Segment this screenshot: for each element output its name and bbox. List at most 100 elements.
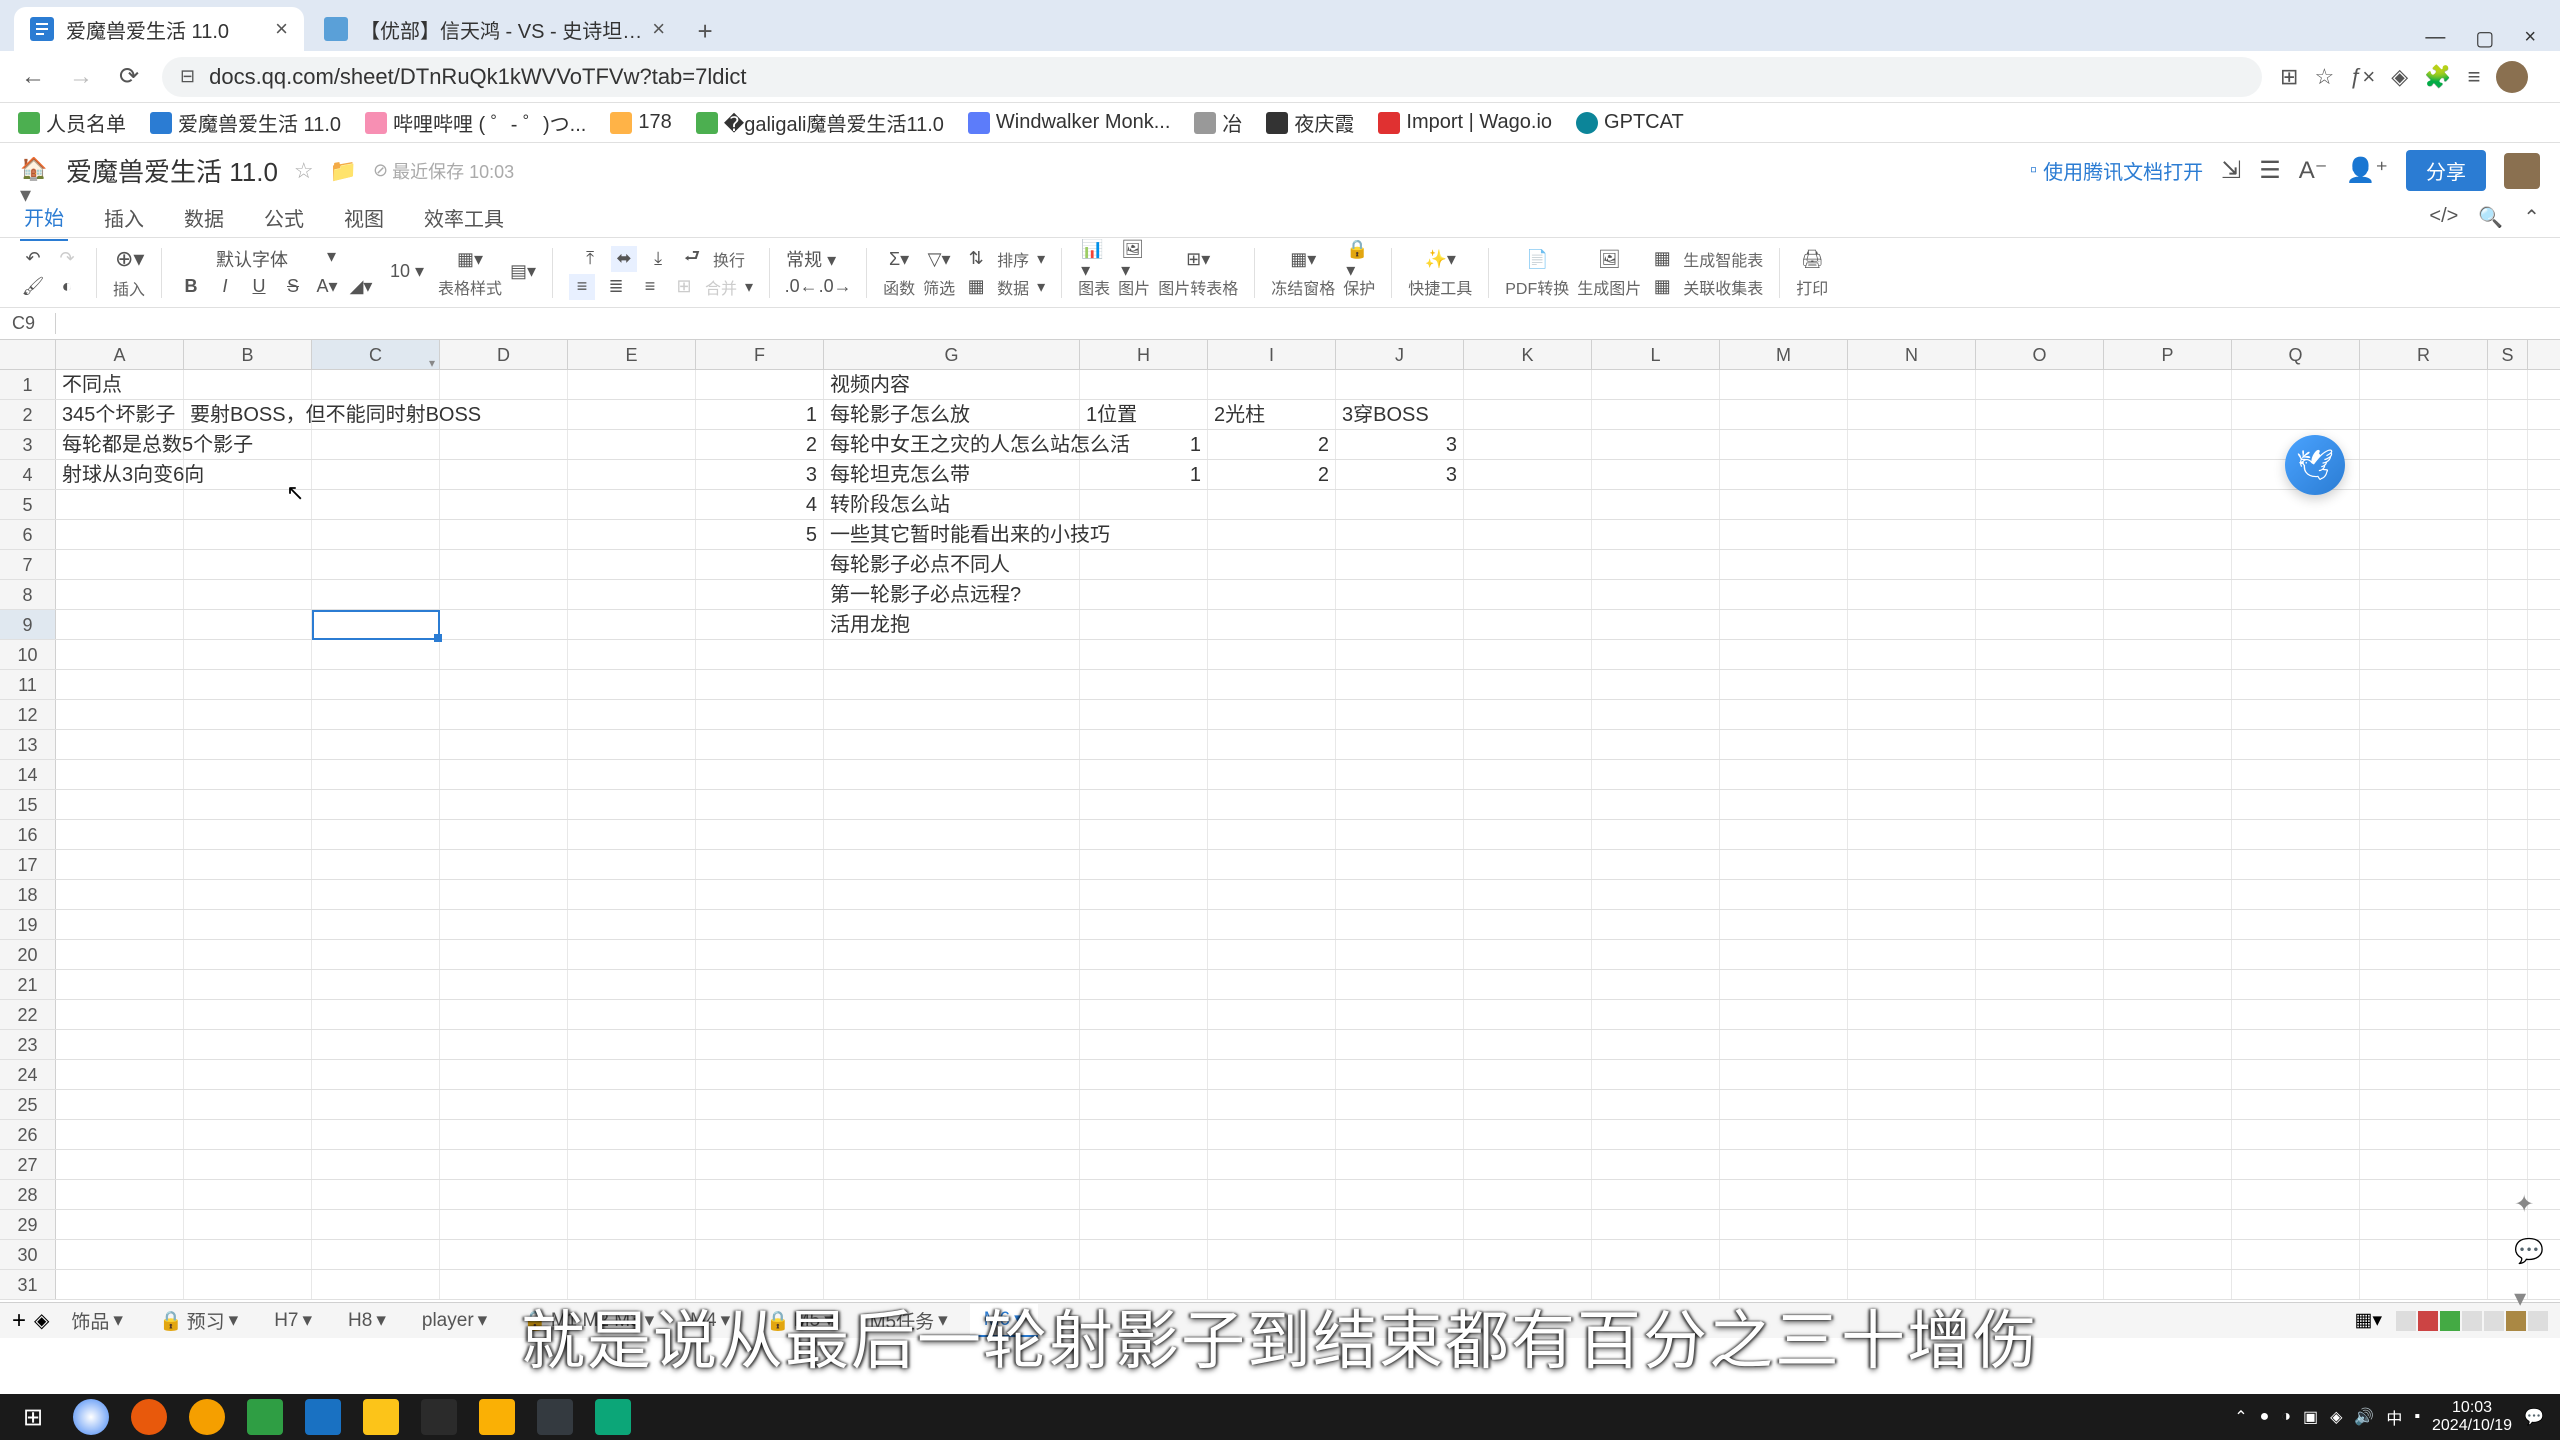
cell[interactable] [1464, 520, 1592, 549]
row-header[interactable]: 4 [0, 460, 56, 489]
cell[interactable] [312, 1000, 440, 1029]
cell[interactable] [440, 1210, 568, 1239]
col-header[interactable]: Q [2232, 340, 2360, 369]
cell[interactable] [1592, 580, 1720, 609]
cell[interactable]: 1 [1080, 430, 1208, 459]
cell[interactable] [2104, 790, 2232, 819]
cell[interactable] [2488, 550, 2528, 579]
ext-icon[interactable]: ƒ× [2350, 64, 2375, 90]
cell[interactable] [184, 610, 312, 639]
row-header[interactable]: 20 [0, 940, 56, 969]
cell[interactable] [1848, 1210, 1976, 1239]
cell[interactable] [1592, 1270, 1720, 1299]
row-header[interactable]: 18 [0, 880, 56, 909]
cell[interactable] [1720, 910, 1848, 939]
cell[interactable] [568, 370, 696, 399]
cell[interactable] [1720, 580, 1848, 609]
cell[interactable] [1464, 1120, 1592, 1149]
cell[interactable] [1464, 370, 1592, 399]
cell[interactable] [2104, 820, 2232, 849]
cell[interactable] [184, 670, 312, 699]
cell[interactable] [1080, 370, 1208, 399]
cell[interactable] [440, 400, 568, 429]
cell[interactable] [1208, 490, 1336, 519]
cell[interactable] [2488, 1030, 2528, 1059]
cell[interactable] [1976, 640, 2104, 669]
cell[interactable] [1336, 700, 1464, 729]
cell[interactable] [2232, 820, 2360, 849]
cell[interactable] [312, 1180, 440, 1209]
cell[interactable] [696, 850, 824, 879]
cell[interactable] [1720, 1090, 1848, 1119]
row-header[interactable]: 7 [0, 550, 56, 579]
collect-icon[interactable]: ▦ [1649, 274, 1675, 300]
cell[interactable] [1464, 1180, 1592, 1209]
cell[interactable] [1976, 670, 2104, 699]
cell[interactable] [312, 430, 440, 459]
cell[interactable] [824, 670, 1080, 699]
cell[interactable] [2360, 640, 2488, 669]
forward-button[interactable]: → [66, 62, 96, 92]
cell[interactable] [184, 910, 312, 939]
cell[interactable] [1208, 700, 1336, 729]
cell[interactable] [1080, 880, 1208, 909]
browser-tab-inactive[interactable]: 【优部】信天鸿 - VS - 史诗坦… × [308, 7, 681, 51]
cell[interactable] [1336, 1150, 1464, 1179]
cell[interactable] [1592, 370, 1720, 399]
cell[interactable] [2488, 760, 2528, 789]
cell[interactable] [696, 820, 824, 849]
cell[interactable] [2232, 1210, 2360, 1239]
cell[interactable] [568, 880, 696, 909]
cell[interactable] [1592, 880, 1720, 909]
cell[interactable] [1720, 670, 1848, 699]
cell[interactable] [2232, 580, 2360, 609]
cell[interactable] [1976, 1000, 2104, 1029]
feedback-icon[interactable]: 💬 [2514, 1237, 2544, 1266]
cell[interactable] [1592, 550, 1720, 579]
cell[interactable] [2360, 610, 2488, 639]
cell[interactable] [568, 580, 696, 609]
cell[interactable] [1592, 730, 1720, 759]
cell[interactable] [312, 1150, 440, 1179]
cell[interactable] [568, 640, 696, 669]
cell[interactable] [2104, 640, 2232, 669]
cell[interactable] [1080, 610, 1208, 639]
cell[interactable] [1208, 940, 1336, 969]
cell[interactable] [440, 730, 568, 759]
cell[interactable] [1208, 790, 1336, 819]
cell[interactable] [1720, 1060, 1848, 1089]
cell[interactable] [2232, 760, 2360, 789]
cell[interactable] [1848, 790, 1976, 819]
cell[interactable] [1208, 1240, 1336, 1269]
cell[interactable] [696, 580, 824, 609]
cell[interactable] [2232, 1240, 2360, 1269]
dec-dec-icon[interactable]: .0← [788, 274, 814, 300]
col-header[interactable]: P [2104, 340, 2232, 369]
col-header[interactable]: F [696, 340, 824, 369]
cell[interactable] [1720, 1000, 1848, 1029]
cell[interactable] [1592, 400, 1720, 429]
cell[interactable] [1848, 820, 1976, 849]
freeze-icon[interactable]: ▦▾ [1290, 247, 1316, 273]
star-icon[interactable]: ☆ [2314, 64, 2334, 90]
cell[interactable] [2232, 850, 2360, 879]
spreadsheet[interactable]: A B C▾ D E F G H I J K L M N O P Q R S 1… [0, 340, 2560, 1302]
cell[interactable] [696, 700, 824, 729]
cell[interactable] [312, 460, 440, 489]
sheet-tab[interactable]: H8▾ [334, 1305, 400, 1336]
cell[interactable] [824, 1090, 1080, 1119]
sheet-tab-active[interactable]: M6▾ [970, 1304, 1038, 1337]
cell[interactable] [1464, 400, 1592, 429]
cell[interactable] [1848, 700, 1976, 729]
cell[interactable] [696, 1150, 824, 1179]
row-header[interactable]: 21 [0, 970, 56, 999]
cell[interactable]: 每轮中女王之灾的人怎么站怎么活 [824, 430, 1080, 459]
cell[interactable] [184, 970, 312, 999]
cell[interactable] [568, 790, 696, 819]
search-icon[interactable]: 🔍 [2478, 205, 2503, 230]
cell[interactable] [824, 850, 1080, 879]
cell[interactable] [2488, 850, 2528, 879]
cell[interactable] [56, 910, 184, 939]
row-header[interactable]: 10 [0, 640, 56, 669]
cell[interactable] [568, 850, 696, 879]
